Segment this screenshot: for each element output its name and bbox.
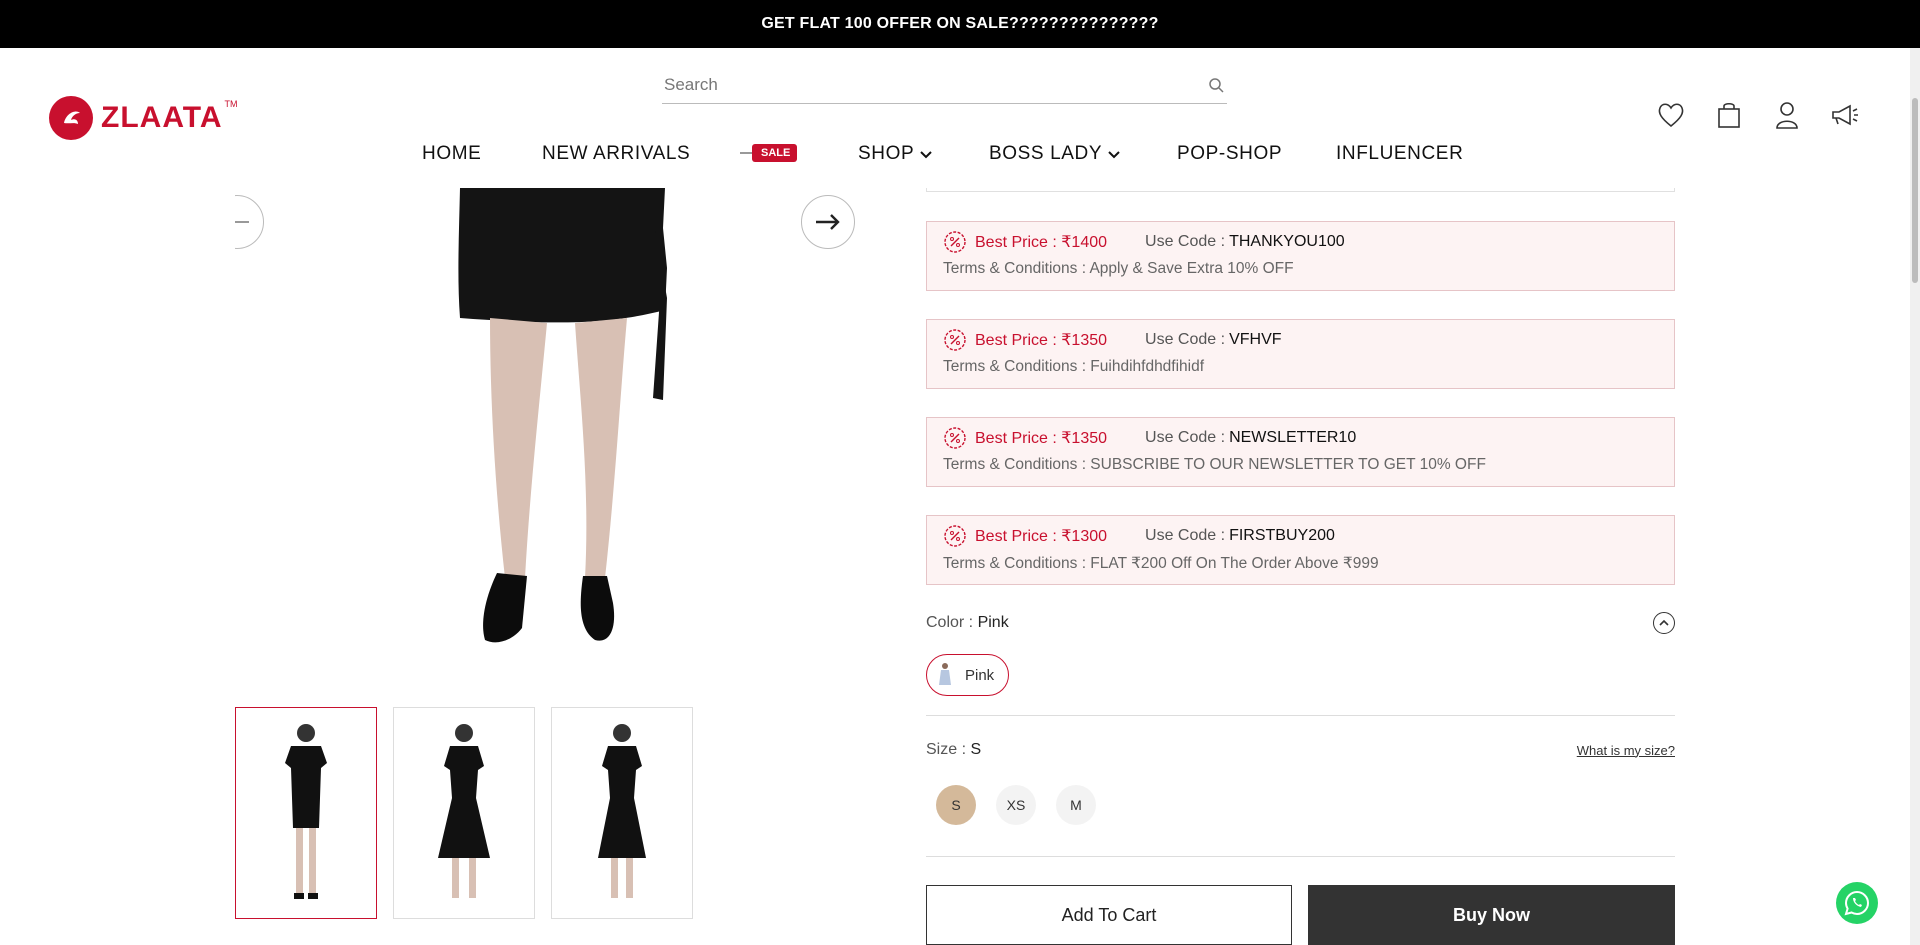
- coupon-best-price: Best Price : ₹1350: [975, 332, 1108, 349]
- thumbnail-3[interactable]: [551, 707, 693, 919]
- brand-trademark: TM: [224, 99, 238, 109]
- swatch-thumbnail-image: [939, 663, 951, 685]
- thumbnail-2[interactable]: [393, 707, 535, 919]
- coupon-code-label: Use Code :: [1145, 331, 1226, 348]
- discount-percent-icon: [944, 329, 966, 351]
- nav-new-arrivals[interactable]: NEW ARRIVALS: [542, 134, 690, 174]
- coupon-terms: Terms & Conditions : Fuihdihfdhdfihidf: [943, 358, 1205, 375]
- search-input[interactable]: [662, 74, 1162, 95]
- buy-now-button[interactable]: Buy Now: [1308, 885, 1675, 945]
- product-main-image[interactable]: [235, 188, 855, 668]
- size-guide-link[interactable]: What is my size?: [1577, 743, 1675, 758]
- coupon-best-price: Best Price : ₹1350: [975, 430, 1108, 447]
- arrow-right-icon: [816, 214, 840, 230]
- scrollbar-thumb[interactable]: [1912, 98, 1918, 283]
- nav-shop[interactable]: SHOP: [858, 134, 934, 174]
- discount-percent-icon: [944, 231, 966, 253]
- discount-percent-icon: [944, 525, 966, 547]
- coupon-terms: Terms & Conditions : Apply & Save Extra …: [943, 260, 1294, 277]
- gallery-mask-left: [190, 188, 235, 258]
- brand-name: ZLAATA: [101, 101, 223, 134]
- size-selector-header: Size : S What is my size?: [926, 741, 1675, 759]
- whatsapp-icon: [1844, 890, 1870, 916]
- header-actions: [1656, 100, 1860, 130]
- nav-boss-lady-label: BOSS LADY: [989, 143, 1103, 164]
- chevron-down-icon: [1108, 151, 1120, 159]
- thumbnail-belted-view-image: [438, 724, 490, 898]
- color-label-text: Color :: [926, 614, 974, 631]
- thumbnail-side-view-image: [598, 724, 646, 898]
- coupon-code-label: Use Code :: [1145, 233, 1226, 250]
- coupon-card[interactable]: Best Price : ₹1350 Use Code : VFHVF Term…: [926, 319, 1675, 389]
- coupon-card[interactable]: Best Price : ₹1300 Use Code : FIRSTBUY20…: [926, 515, 1675, 585]
- gallery-next-button[interactable]: [801, 195, 855, 249]
- coupon-code[interactable]: NEWSLETTER10: [1229, 429, 1356, 447]
- section-divider: [926, 856, 1675, 857]
- coupon-code-label: Use Code :: [1145, 429, 1226, 446]
- dress-model-image: [458, 188, 667, 643]
- whatsapp-chat-button[interactable]: [1836, 882, 1878, 924]
- size-options: S XS M: [936, 785, 1096, 825]
- sale-tag-string: [740, 152, 752, 154]
- size-option-m[interactable]: M: [1056, 785, 1096, 825]
- size-value: S: [970, 741, 982, 758]
- site-header: ZLAATA TM HOME NEW ARRIVALS SALE SHOP BO…: [0, 48, 1920, 188]
- size-label: Size : S: [926, 741, 981, 759]
- nav-boss-lady[interactable]: BOSS LADY: [989, 134, 1122, 174]
- search-bar: [662, 66, 1227, 104]
- nav-pop-shop[interactable]: POP-SHOP: [1177, 134, 1282, 174]
- shopping-bag-icon[interactable]: [1714, 100, 1744, 130]
- megaphone-icon[interactable]: [1830, 100, 1860, 130]
- coupon-card[interactable]: Best Price : ₹1400 Use Code : THANKYOU10…: [926, 221, 1675, 291]
- chevron-down-icon: [920, 151, 932, 159]
- thumbnail-1[interactable]: [235, 707, 377, 919]
- page-scrollbar[interactable]: [1910, 48, 1920, 945]
- gallery-mask-right: [855, 188, 900, 258]
- main-nav: HOME NEW ARRIVALS SALE SHOP BOSS LADY PO…: [0, 134, 1920, 174]
- nav-home[interactable]: HOME: [422, 134, 481, 174]
- coupon-code-label: Use Code :: [1145, 527, 1226, 544]
- color-swatch-pink[interactable]: Pink: [926, 654, 1010, 696]
- coupon-terms: Terms & Conditions : SUBSCRIBE TO OUR NE…: [943, 456, 1486, 473]
- coupon-card[interactable]: Best Price : ₹1350 Use Code : NEWSLETTER…: [926, 417, 1675, 487]
- color-label: Color : Pink: [926, 614, 1009, 632]
- coupon-best-price: Best Price : ₹1400: [975, 234, 1108, 251]
- user-account-icon[interactable]: [1772, 100, 1802, 130]
- collapse-color-button[interactable]: [1653, 612, 1675, 634]
- discount-percent-icon: [944, 427, 966, 449]
- color-value: Pink: [977, 614, 1009, 631]
- coupon-code[interactable]: VFHVF: [1229, 331, 1281, 349]
- section-divider: [926, 715, 1675, 716]
- add-to-cart-button[interactable]: Add To Cart: [926, 885, 1292, 945]
- announcement-text: GET FLAT 100 OFFER ON SALE??????????????…: [761, 15, 1159, 32]
- nav-shop-label: SHOP: [858, 143, 915, 164]
- search-icon[interactable]: [1205, 74, 1227, 96]
- wishlist-heart-icon[interactable]: [1656, 100, 1686, 130]
- nav-sale-tag[interactable]: SALE: [752, 144, 798, 162]
- coupon-code[interactable]: FIRSTBUY200: [1229, 527, 1335, 545]
- announcement-bar: GET FLAT 100 OFFER ON SALE??????????????…: [0, 0, 1920, 48]
- coupon-best-price: Best Price : ₹1300: [975, 528, 1108, 545]
- thumbnail-strip: [235, 707, 693, 919]
- chevron-up-icon: [1659, 619, 1669, 626]
- color-selector-header: Color : Pink: [926, 612, 1675, 634]
- nav-influencer[interactable]: INFLUENCER: [1336, 134, 1463, 174]
- thumbnail-front-view-image: [285, 724, 327, 899]
- size-option-xs[interactable]: XS: [996, 785, 1036, 825]
- coupon-code[interactable]: THANKYOU100: [1229, 233, 1345, 251]
- size-option-s[interactable]: S: [936, 785, 976, 825]
- size-label-text: Size :: [926, 741, 967, 758]
- coupon-terms: Terms & Conditions : FLAT ₹200 Off On Th…: [943, 555, 1379, 572]
- swatch-label: Pink: [965, 666, 995, 684]
